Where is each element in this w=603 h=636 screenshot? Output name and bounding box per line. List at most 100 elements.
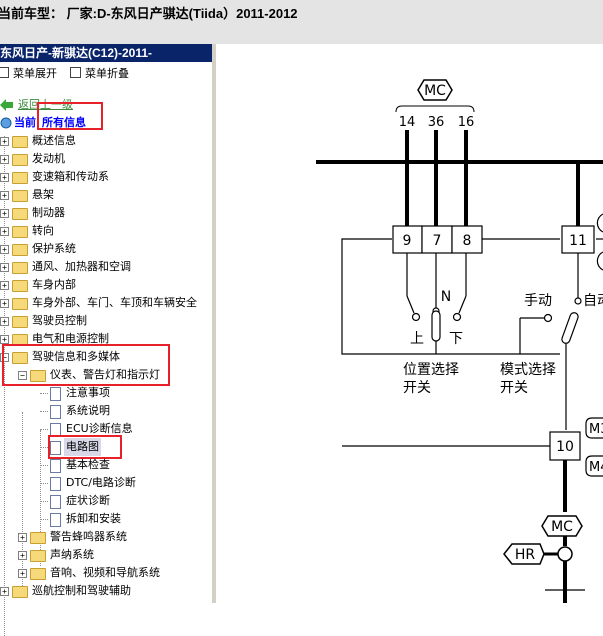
diagram-svg: MC 14 36 16 9 7 8 11 N 上 下 手动 自 位置选择 开关 … [316,79,603,603]
menu-expand-label: 菜单展开 [13,67,57,80]
folder-icon [12,226,28,238]
terminal-label: 11 [569,233,587,249]
tree-leaf[interactable]: 注意事项 [0,384,212,402]
terminal-label: 7 [433,233,442,249]
globe-icon [0,117,12,129]
tree-guide [40,447,48,448]
folder-icon [30,568,46,580]
terminal-label: 10 [556,439,574,455]
tree-item[interactable]: + 发动机 [0,150,212,168]
terminal-label: 8 [463,233,472,249]
tree-item[interactable]: + 转向 [0,222,212,240]
position-label-down: 下 [449,331,463,347]
tree-guide [40,483,48,484]
switch-lever [431,310,441,342]
mode-label-auto: 自动 [583,293,603,309]
expand-icon: + [0,227,9,236]
tree-item[interactable]: + 巡航控制和驾驶辅助 [0,582,212,600]
sidebar[interactable]: 东风日产-新骐达(C12)-2011- 菜单展开 菜单折叠 返回上一级 当前 所… [0,44,213,636]
tree-leaf[interactable]: 拆卸和安装 [0,510,212,528]
document-icon [50,387,61,401]
tree-item[interactable]: + 音响、视频和导航系统 [0,564,212,582]
folder-icon [12,190,28,202]
wire [406,295,415,314]
tree-item[interactable]: + 制动器 [0,204,212,222]
window-title: 当前车型： 厂家:D-东风日产骐达(Tiida）2011-2012 [0,6,298,21]
tree-item[interactable]: + 概述信息 [0,132,212,150]
contact-point [543,313,553,323]
tree-item-label: 通风、加热器和空调 [32,260,131,273]
tree-item[interactable]: + 悬架 [0,186,212,204]
folder-icon [30,550,46,562]
tree-item-label: 车身内部 [32,278,76,291]
tree-leaf[interactable]: 症状诊断 [0,492,212,510]
tree-item[interactable]: + 驾驶员控制 [0,312,212,330]
tree-guide [40,465,48,466]
folder-icon [12,586,28,598]
expand-icon: + [0,209,9,218]
tree-item-label: 注意事项 [66,386,110,399]
tree-item[interactable]: + 通风、加热器和空调 [0,258,212,276]
tree-guide [40,519,48,520]
back-arrow-icon [0,99,13,111]
sidebar-header-label: 东风日产-新骐达(C12)-2011- [0,46,153,60]
tree-item-label: 制动器 [32,206,65,219]
expand-icon: + [0,587,9,596]
tree-item-label: 拆卸和安装 [66,512,121,525]
connector-partial [596,251,603,271]
document-icon [50,477,61,491]
wire [458,295,467,314]
tree-guide [40,429,48,430]
connector-mc-top-label: MC [424,83,446,99]
menu-collapse-icon [70,67,81,78]
connector-partial [596,213,603,233]
tree-item[interactable]: + 车身内部 [0,276,212,294]
folder-icon [30,532,46,544]
connector-mc-bottom-label: MC [551,519,573,535]
expand-icon: + [0,335,9,344]
tree-leaf[interactable]: 系统说明 [0,402,212,420]
highlight-box-current [37,102,103,130]
tree-item[interactable]: + 警告蜂鸣器系统 [0,528,212,546]
expand-icon: + [18,551,27,560]
connector-m3-label: M3 [589,422,603,437]
position-label-up: 上 [410,331,424,347]
expand-icon: + [0,281,9,290]
pos-switch-label-2: 开关 [403,380,431,396]
menu-collapse-label: 菜单折叠 [85,67,129,80]
tree-leaf[interactable]: 基本检查 [0,456,212,474]
tree-item[interactable]: + 车身外部、车门、车顶和车辆安全 [0,294,212,312]
connector-m4-label: M4 [589,460,603,475]
tree-item-label: 系统说明 [66,404,110,417]
tree-item[interactable]: + 保护系统 [0,240,212,258]
tree-guide [40,411,48,412]
mode-label-manual: 手动 [524,293,552,309]
expand-icon: + [18,533,27,542]
terminal-label: 9 [403,233,412,249]
menu-collapse-button[interactable]: 菜单折叠 [70,65,129,81]
document-icon [50,459,61,473]
connector-hr-label: HR [515,547,536,563]
tree-guide [40,501,48,502]
expand-icon: + [0,137,9,146]
connector-brace [395,105,475,113]
splice-point [557,546,573,562]
highlight-box-category [2,344,170,386]
tree-item-label: 警告蜂鸣器系统 [50,530,127,543]
folder-icon [12,280,28,292]
menu-expand-button[interactable]: 菜单展开 [0,65,57,81]
tree-leaf[interactable]: DTC/电路诊断 [0,474,212,492]
folder-icon [12,262,28,274]
tree-item-label: 发动机 [32,152,65,165]
tree-item-label: DTC/电路诊断 [66,476,136,489]
pos-switch-label-1: 位置选择 [403,362,459,378]
tree-item-label: 巡航控制和驾驶辅助 [32,584,131,597]
folder-icon [12,172,28,184]
tree-item[interactable]: + 声纳系统 [0,546,212,564]
document-icon [50,495,61,509]
tree-item-label: 驾驶员控制 [32,314,87,327]
expand-icon: + [0,155,9,164]
tree-item[interactable]: + 变速箱和传动系 [0,168,212,186]
document-icon [50,405,61,419]
pin-label: 14 [399,115,416,130]
